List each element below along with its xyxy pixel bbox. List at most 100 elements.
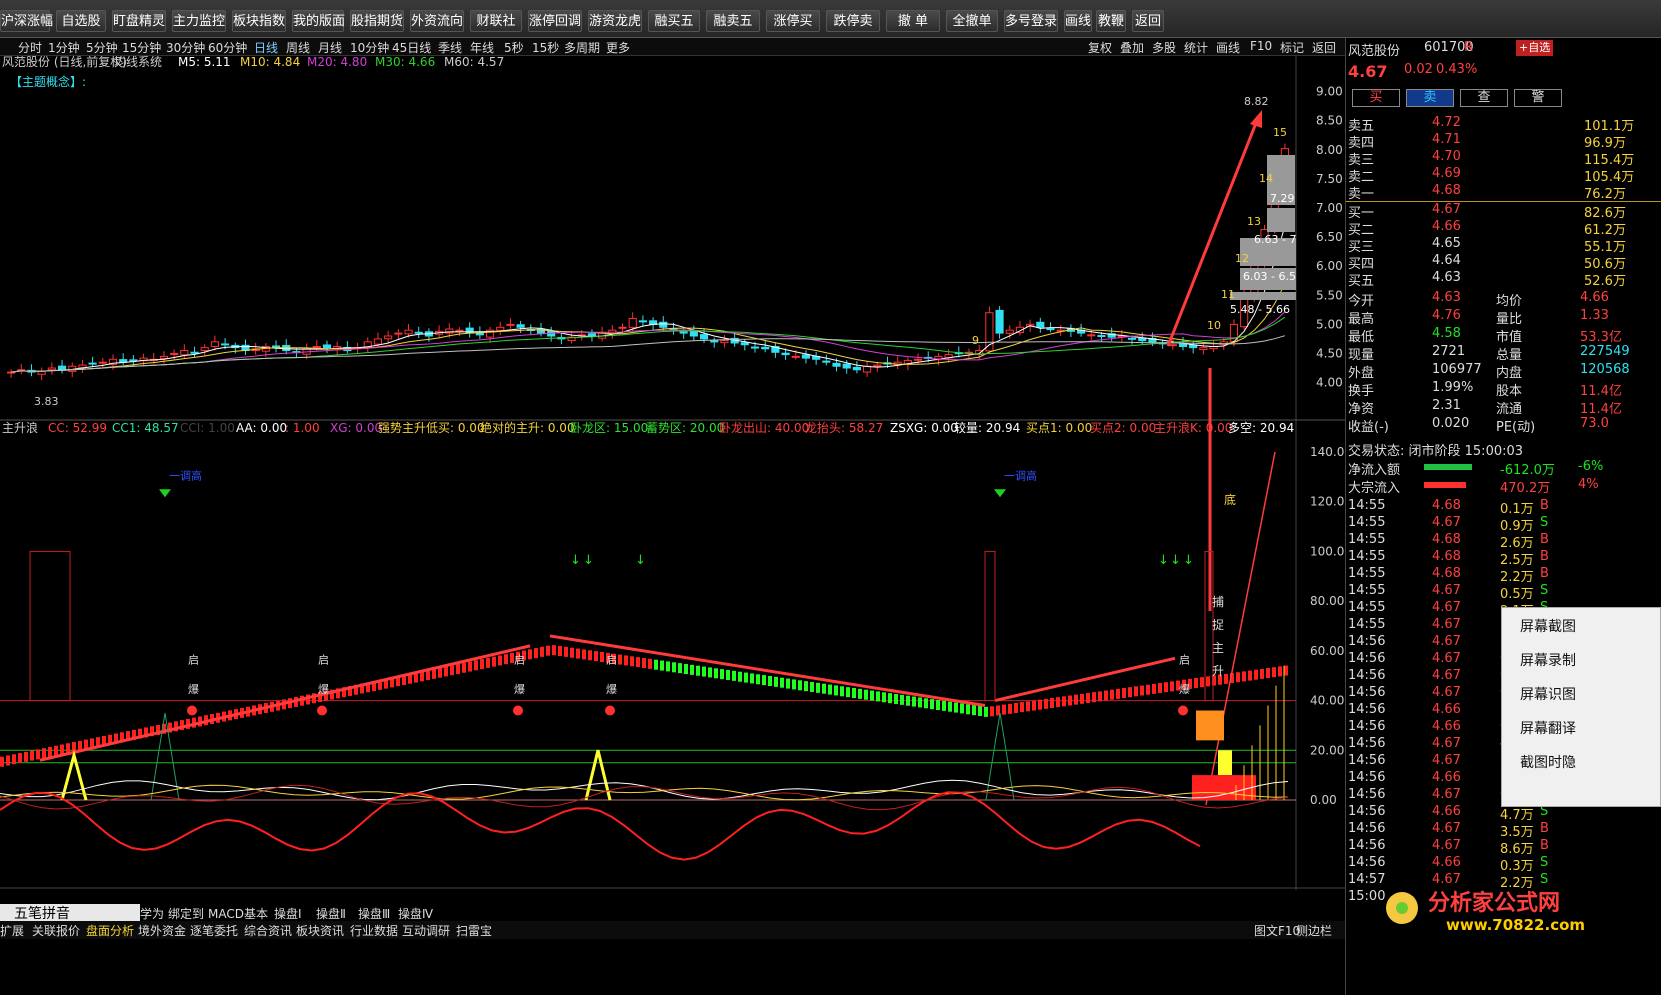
period-tab-1[interactable]: 1分钟	[48, 39, 80, 56]
period-tab-7[interactable]: 周线	[286, 39, 310, 56]
toolbar-button-11[interactable]: 融买五	[648, 10, 700, 32]
status-f10[interactable]: 图文F10	[1254, 923, 1300, 938]
toolbar-button-19[interactable]: 教鞭	[1096, 10, 1126, 32]
bottom-tab-6[interactable]: 板块资讯	[296, 924, 344, 938]
period-tab-5[interactable]: 60分钟	[208, 39, 247, 56]
toolbar-button-2[interactable]: 盯盘精灵	[112, 10, 166, 32]
ribbon-bar	[1104, 690, 1108, 701]
indicator-label: CC: 52.99	[48, 421, 107, 435]
ribbon-bar	[654, 659, 658, 670]
ribbon-bar	[846, 687, 850, 698]
indicator-tab-3[interactable]: 操盘Ⅰ	[274, 906, 302, 921]
status-sidebar[interactable]: 侧边栏	[1296, 923, 1332, 938]
toolbar-button-9[interactable]: 涨停回调	[528, 10, 582, 32]
bottom-tab-9[interactable]: 扫雷宝	[456, 924, 492, 938]
period-tab-16[interactable]: 更多	[606, 39, 630, 56]
bid-row: 买五 4.63 52.6万	[1346, 270, 1661, 289]
toolbar-button-1[interactable]: 自选股	[56, 10, 106, 32]
ctx-menu-item-3[interactable]: 屏幕翻译	[1520, 718, 1576, 738]
bid-label: 买五	[1348, 274, 1375, 289]
box-label: 6.03 - 6.5	[1243, 270, 1296, 283]
trade-button-2[interactable]: 查	[1460, 89, 1508, 107]
bottom-tab-1[interactable]: 关联报价	[32, 923, 80, 938]
indicator-tab-4[interactable]: 操盘Ⅱ	[316, 906, 346, 921]
toolbar-button-5[interactable]: 我的版面	[292, 10, 345, 32]
ctx-menu-item-0[interactable]: 屏幕截图	[1520, 616, 1576, 636]
ribbon-bar	[666, 661, 670, 672]
period-tab-12[interactable]: 年线	[470, 39, 494, 56]
ribbon-bar	[1110, 689, 1114, 700]
candle-body	[180, 350, 189, 356]
price-tick: 5.50	[1316, 288, 1343, 302]
high-label: 8.82	[1244, 95, 1269, 108]
period-tab-4[interactable]: 30分钟	[166, 39, 205, 56]
toolbar-button-0[interactable]: 沪深涨幅	[0, 10, 53, 32]
ctx-menu-item-1[interactable]: 屏幕录制	[1520, 650, 1576, 670]
toolbar-button-10[interactable]: 游资龙虎	[588, 10, 642, 32]
period-tab-2[interactable]: 5分钟	[86, 39, 118, 56]
period-right-6[interactable]: 标记	[1280, 39, 1304, 56]
period-tab-0[interactable]: 分时	[18, 39, 42, 56]
period-right-3[interactable]: 统计	[1184, 39, 1208, 56]
toolbar-button-16[interactable]: 全撤单	[946, 10, 998, 32]
bottom-tab-4[interactable]: 逐笔委托	[190, 923, 238, 938]
bottom-tab-3[interactable]: 境外资金	[138, 923, 186, 938]
bottom-tab-2[interactable]: 盘面分析	[86, 923, 134, 938]
period-tab-3[interactable]: 15分钟	[122, 39, 161, 56]
trade-button-1[interactable]: 卖	[1406, 89, 1454, 107]
period-tab-9[interactable]: 10分钟	[350, 39, 389, 56]
indicator-tab-6[interactable]: 操盘Ⅳ	[398, 906, 433, 921]
chart-area[interactable]: 风范股份 (日线,前复权)均线系统 M5: 5.11 M10: 4.84 M20: 4…	[0, 56, 1345, 890]
bottom-tab-8[interactable]: 互动调研	[402, 924, 450, 938]
tick-row: 14:55 4.68 2.2万 B	[1346, 566, 1661, 585]
period-tab-15[interactable]: 多周期	[564, 39, 600, 56]
bottom-tab-0[interactable]: 扩展	[0, 924, 24, 938]
ribbon-bar	[690, 664, 694, 675]
toolbar-button-20[interactable]: 返回	[1132, 10, 1164, 32]
toolbar-button-8[interactable]: 财联社	[470, 10, 522, 32]
toolbar-button-13[interactable]: 涨停买	[766, 10, 820, 32]
period-right-1[interactable]: 叠加	[1120, 39, 1144, 56]
toolbar-button-15[interactable]: 撤 单	[886, 10, 940, 32]
period-tab-11[interactable]: 季线	[438, 39, 462, 56]
toolbar-button-14[interactable]: 跌停卖	[826, 10, 880, 32]
period-right-4[interactable]: 画线	[1216, 39, 1240, 56]
stat-value2: 227549	[1580, 344, 1630, 359]
bottom-tab-7[interactable]: 行业数据	[350, 923, 398, 938]
period-tab-13[interactable]: 5秒	[504, 39, 524, 56]
indicator-tab-5[interactable]: 操盘Ⅲ	[358, 906, 390, 921]
add-watchlist-button[interactable]: +自选	[1516, 40, 1554, 56]
toolbar-button-12[interactable]: 融卖五	[706, 10, 760, 32]
toolbar-button-18[interactable]: 画线	[1064, 10, 1092, 32]
toolbar-button-6[interactable]: 股指期货	[350, 10, 404, 32]
period-right-0[interactable]: 复权	[1088, 39, 1112, 56]
trade-button-0[interactable]: 买	[1352, 89, 1400, 107]
tick-price: 4.67	[1432, 617, 1461, 632]
tick-time: 14:55	[1348, 498, 1386, 513]
candle-body	[170, 352, 179, 355]
indicator-tab-1[interactable]: 绑定到	[168, 906, 204, 921]
ctx-menu-item-2[interactable]: 屏幕识图	[1520, 684, 1576, 704]
toolbar-button-3[interactable]: 主力监控	[172, 10, 226, 32]
period-right-2[interactable]: 多股	[1152, 39, 1176, 56]
bottom-tab-5[interactable]: 综合资讯	[244, 923, 292, 938]
period-right-7[interactable]: 返回	[1312, 39, 1336, 56]
period-tab-8[interactable]: 月线	[318, 39, 342, 56]
toolbar-button-17[interactable]: 多号登录	[1004, 10, 1058, 32]
watermark: 分析家公式网 www.70822.com	[1386, 890, 1585, 934]
period-right-5[interactable]: F10	[1250, 39, 1272, 53]
period-tab-14[interactable]: 15秒	[532, 39, 559, 56]
ribbon-bar	[1002, 704, 1006, 715]
indicator-tab-0[interactable]: 学为	[140, 906, 164, 921]
trade-button-3[interactable]: 警	[1514, 89, 1562, 107]
candle-body	[638, 320, 647, 323]
toolbar-button-4[interactable]: 板块指数	[232, 10, 286, 32]
period-tab-6[interactable]: 日线	[254, 39, 278, 56]
period-tab-10[interactable]: 45日线	[392, 39, 431, 56]
ask-row: 卖一 4.68 76.2万	[1346, 183, 1661, 202]
ribbon-bar	[954, 702, 958, 713]
toolbar-button-7[interactable]: 外资流向	[410, 10, 464, 32]
ctx-menu-item-4[interactable]: 截图时隐	[1520, 752, 1576, 772]
top-signal-label: 一调高	[169, 468, 202, 482]
indicator-tab-2[interactable]: MACD基本	[208, 907, 268, 921]
